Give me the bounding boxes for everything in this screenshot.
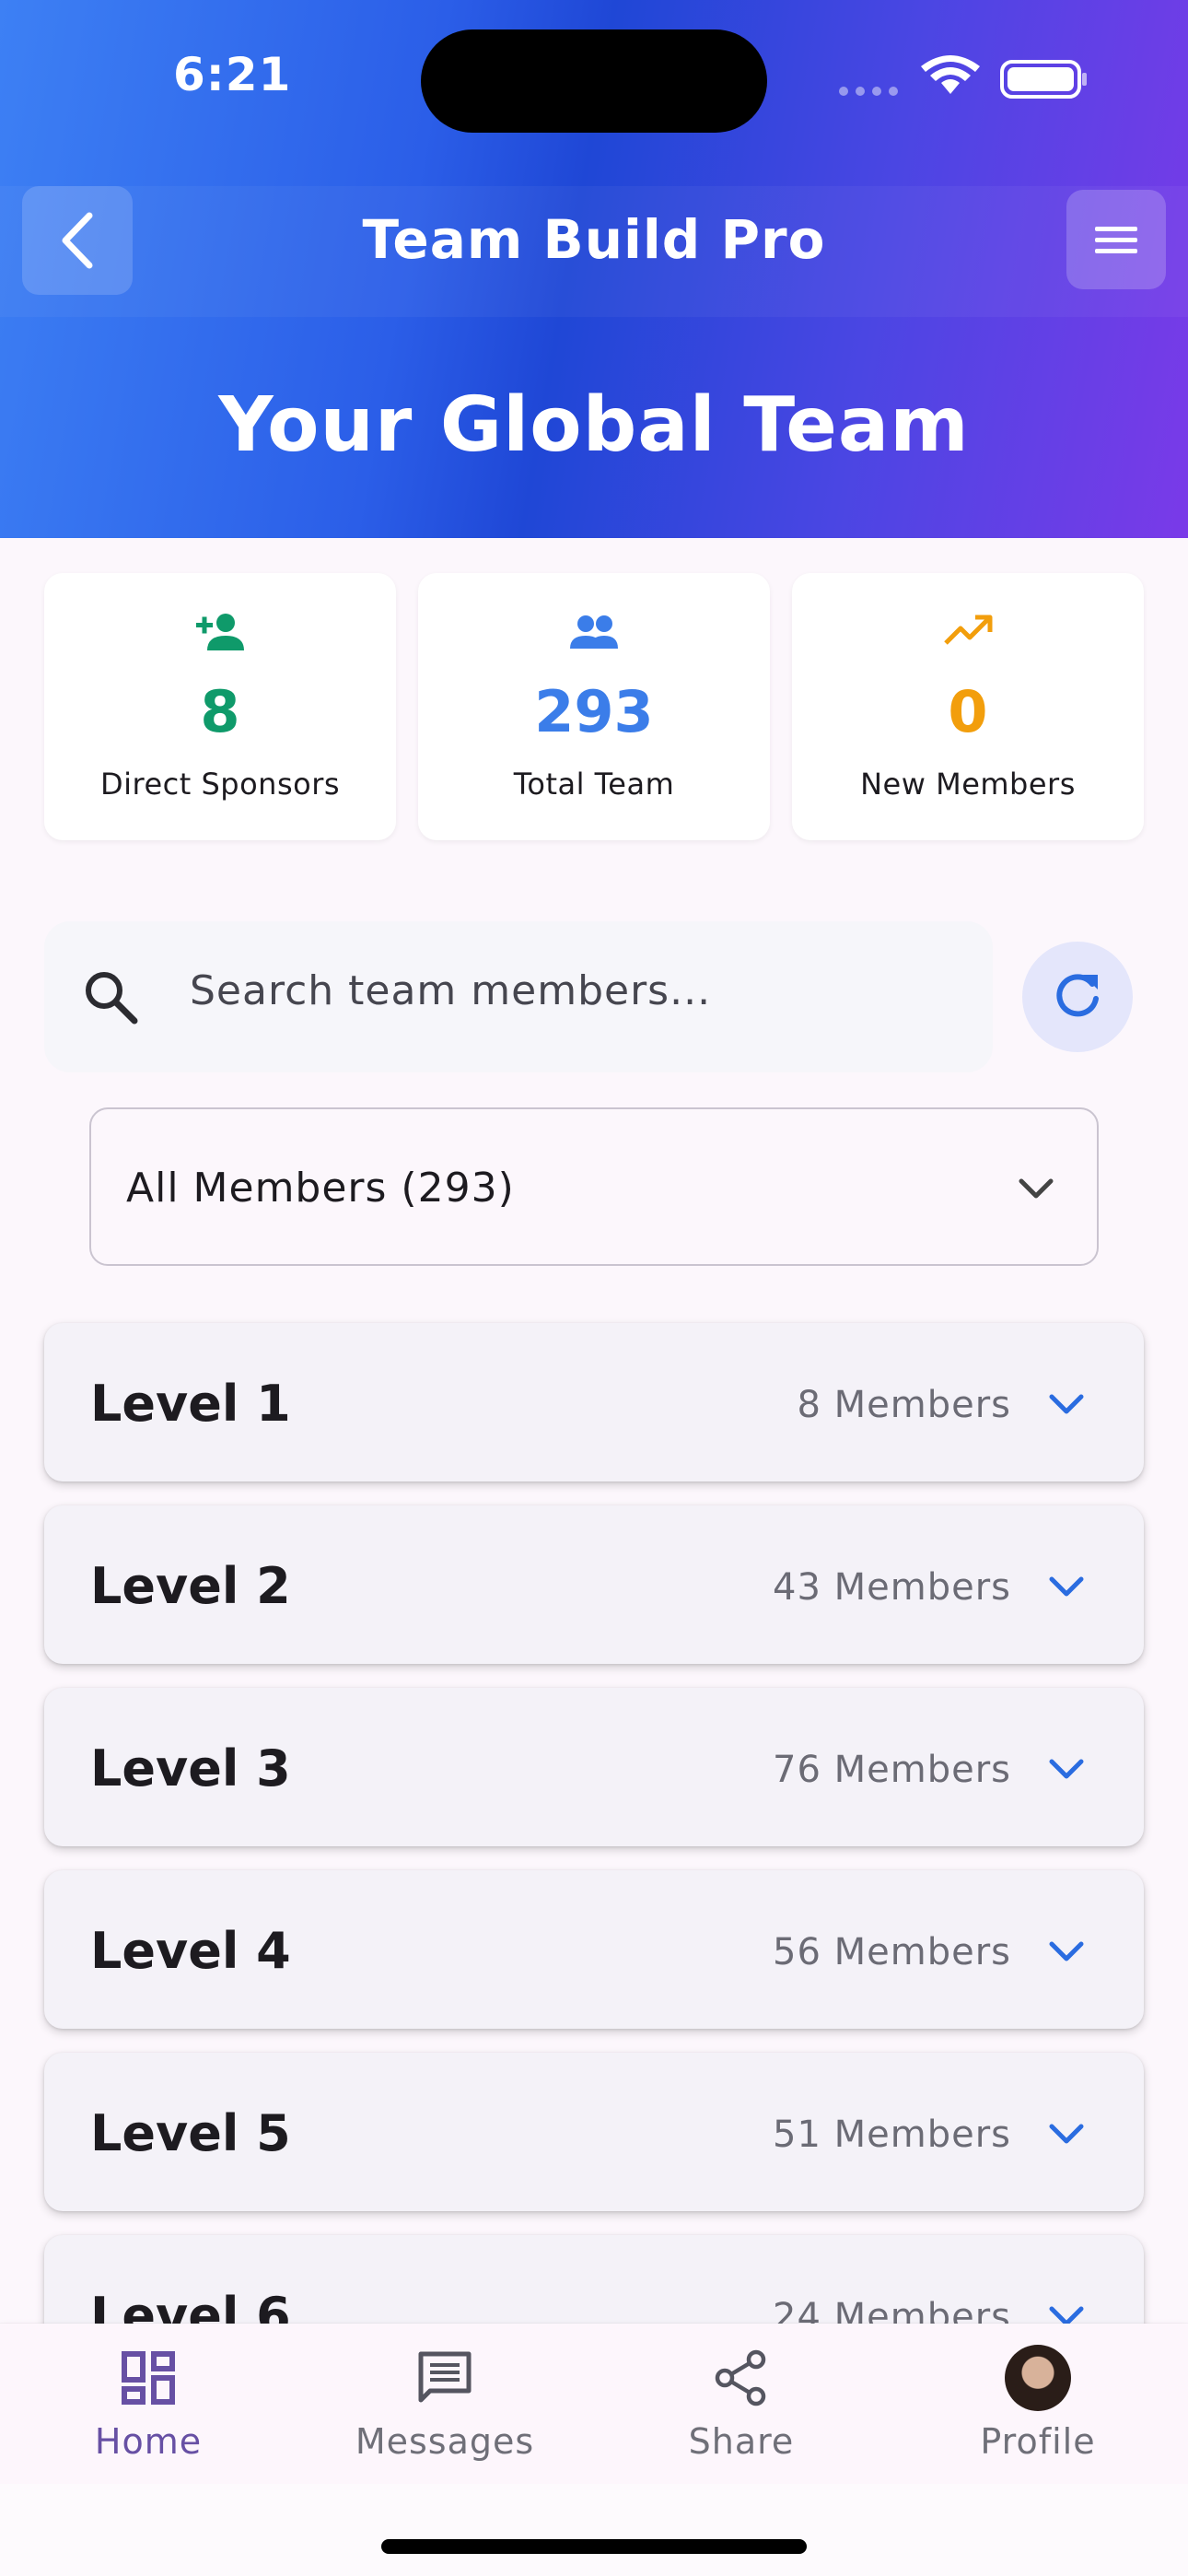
share-icon [715,2349,766,2406]
level-title: Level 4 [90,1922,291,1980]
trending-up-icon [944,615,993,645]
status-time: 6:21 [173,48,292,101]
level-card-3[interactable]: Level 3 76 Members [44,1688,1144,1846]
page-heading: Your Global Team [218,381,970,469]
person-add-icon [196,614,244,650]
menu-button[interactable] [1066,190,1166,289]
stat-card-new-members: 0 New Members [792,573,1144,840]
search-icon [86,972,138,1025]
filter-selected-value: All Members (293) [126,1165,515,1212]
refresh-button[interactable] [1022,942,1133,1052]
nav-home-label: Home [94,2421,203,2462]
chevron-down-icon [1019,1178,1054,1199]
message-icon [418,2351,472,2403]
total-team-label: Total Team [513,767,675,802]
dynamic-island [421,29,767,133]
search-placeholder: Search team members... [190,967,712,1014]
level-title: Level 1 [90,1375,291,1433]
dashboard-icon [122,2351,175,2405]
home-indicator[interactable] [381,2539,807,2554]
level-card-1[interactable]: Level 1 8 Members [44,1323,1144,1481]
avatar [1005,2345,1071,2411]
direct-sponsors-value: 8 [200,678,240,745]
chevron-down-icon[interactable] [1041,1378,1092,1430]
hamburger-icon [1095,227,1137,253]
team-screen: 6:21 Team Build Pro Your Global Team 8 D… [0,0,1188,2576]
nav-messages[interactable]: Messages [297,2324,593,2484]
direct-sponsors-label: Direct Sponsors [99,767,341,802]
chevron-down-icon[interactable] [1041,1926,1092,1977]
level-member-count: 43 Members [773,1566,1011,1609]
level-member-count: 76 Members [773,1749,1011,1791]
new-members-value: 0 [948,678,988,745]
nav-share-label: Share [688,2421,795,2462]
level-title: Level 2 [90,1557,291,1615]
level-member-count: 8 Members [797,1384,1011,1426]
nav-share[interactable]: Share [593,2324,890,2484]
bottom-navigation: Home Messages Share Profile [0,2324,1188,2484]
member-filter-dropdown[interactable]: All Members (293) [89,1107,1099,1266]
stat-card-total-team: 293 Total Team [418,573,770,840]
wifi-icon [921,55,980,94]
nav-home[interactable]: Home [0,2324,297,2484]
safe-area [0,2484,1188,2576]
level-title: Level 3 [90,1739,291,1797]
battery-icon [1000,60,1087,99]
total-team-value: 293 [534,678,654,745]
nav-profile-label: Profile [980,2421,1096,2462]
nav-messages-label: Messages [355,2421,535,2462]
signal-icon [839,87,898,96]
chevron-down-icon[interactable] [1041,1561,1092,1612]
new-members-label: New Members [860,767,1076,802]
nav-profile[interactable]: Profile [890,2324,1186,2484]
refresh-icon [1056,974,1099,1017]
level-card-4[interactable]: Level 4 56 Members [44,1870,1144,2029]
stat-card-direct-sponsors: 8 Direct Sponsors [44,573,396,840]
level-card-2[interactable]: Level 2 43 Members [44,1505,1144,1664]
level-card-5[interactable]: Level 5 51 Members [44,2053,1144,2211]
group-icon [570,615,618,649]
app-title: Team Build Pro [362,208,826,271]
chevron-down-icon[interactable] [1041,2108,1092,2160]
status-icons [839,55,1087,99]
level-member-count: 51 Members [773,2113,1011,2156]
level-title: Level 5 [90,2104,291,2162]
chevron-down-icon[interactable] [1041,1743,1092,1795]
level-member-count: 56 Members [773,1931,1011,1973]
